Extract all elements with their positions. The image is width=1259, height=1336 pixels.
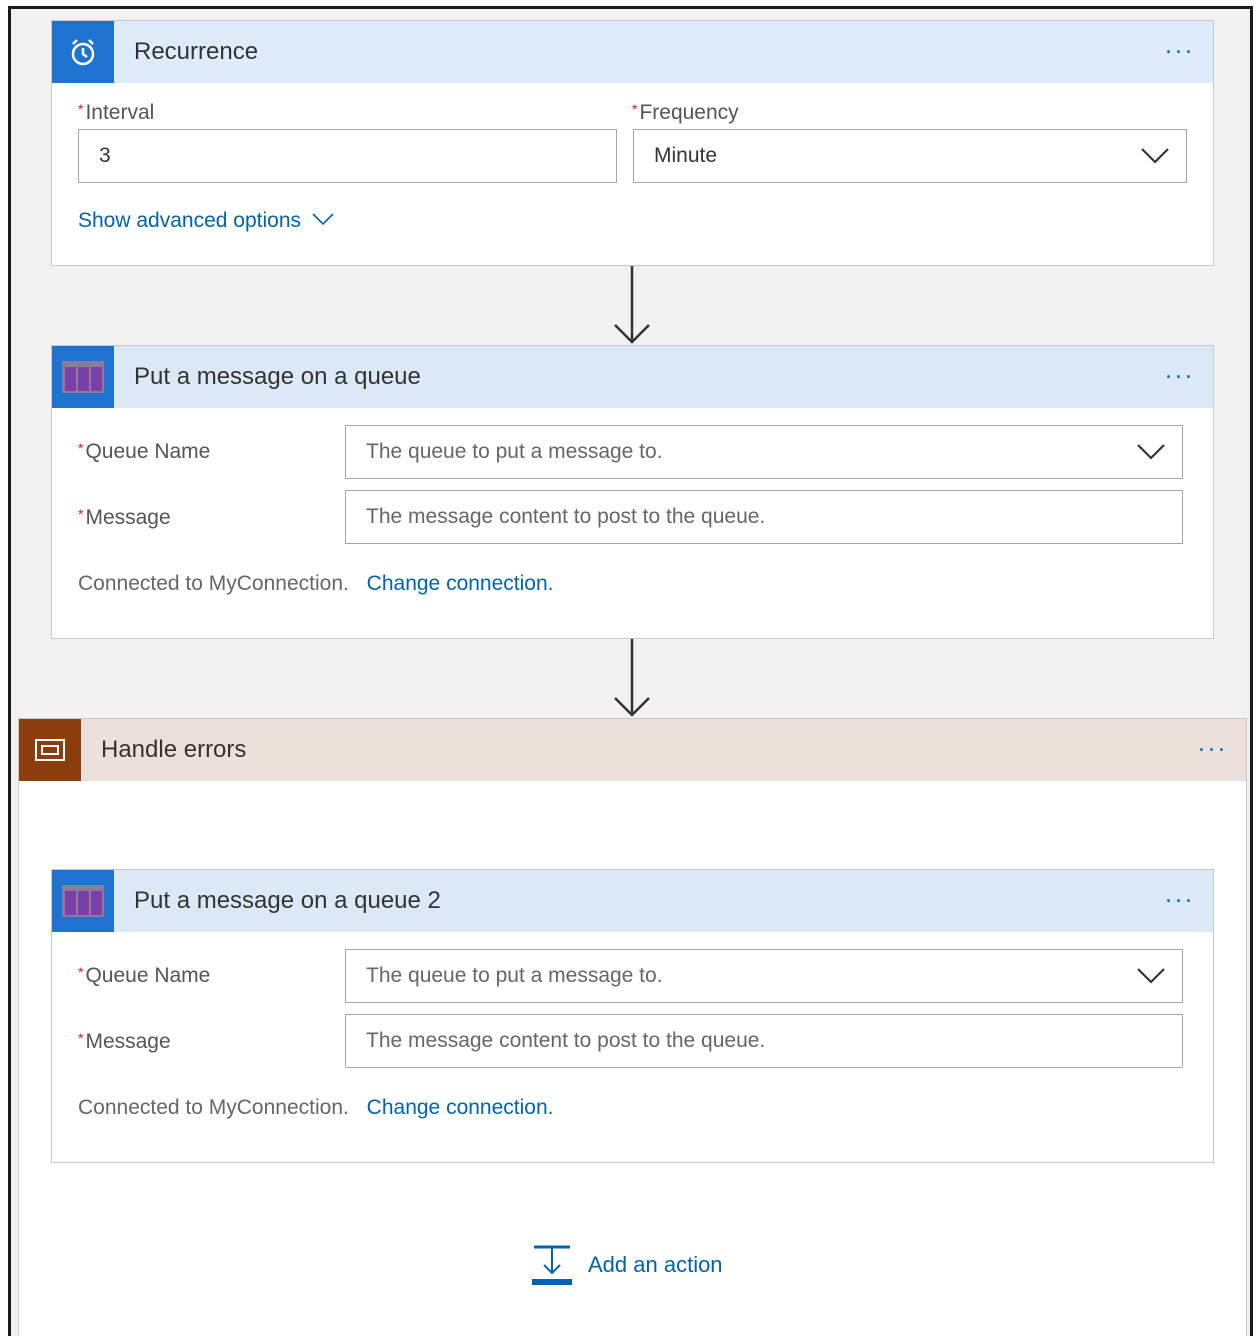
add-action-button[interactable]: Add an action bbox=[530, 1243, 723, 1287]
message-label-2: *Message bbox=[78, 1030, 171, 1053]
connection-info-2: Connected to MyConnection. Change connec… bbox=[78, 1096, 554, 1119]
flow-arrow-icon bbox=[614, 266, 650, 344]
queue-more-icon-2[interactable]: ... bbox=[1165, 885, 1195, 907]
add-action-label: Add an action bbox=[588, 1252, 723, 1277]
queue-name-select-2[interactable]: The queue to put a message to. bbox=[345, 949, 1183, 1003]
queue-card-2: Put a message on a queue 2 ... *Queue Na… bbox=[51, 869, 1214, 1163]
connection-info: Connected to MyConnection. Change connec… bbox=[78, 572, 554, 595]
queue-name-label: *Queue Name bbox=[78, 440, 211, 463]
queue-more-icon[interactable]: ... bbox=[1165, 361, 1195, 383]
queue-header-2[interactable]: Put a message on a queue 2 ... bbox=[52, 870, 1213, 932]
frequency-select[interactable]: Minute bbox=[633, 129, 1187, 183]
chevron-down-icon bbox=[1137, 968, 1165, 984]
scope-more-icon[interactable]: ... bbox=[1198, 734, 1228, 756]
alarm-clock-icon bbox=[52, 21, 114, 83]
interval-label: *Interval bbox=[78, 101, 155, 124]
queue-name-select[interactable]: The queue to put a message to. bbox=[345, 425, 1183, 479]
queue-card: Put a message on a queue ... *Queue Name… bbox=[51, 345, 1214, 639]
flow-arrow-icon bbox=[614, 639, 650, 717]
storage-queue-icon bbox=[52, 870, 114, 932]
queue-name-label-2: *Queue Name bbox=[78, 964, 211, 987]
change-connection-link[interactable]: Change connection. bbox=[367, 572, 554, 595]
show-advanced-options-link[interactable]: Show advanced options bbox=[78, 209, 335, 233]
recurrence-more-icon[interactable]: ... bbox=[1165, 36, 1195, 58]
chevron-down-icon bbox=[312, 213, 334, 226]
interval-input[interactable]: 3 bbox=[78, 129, 617, 183]
scope-icon bbox=[19, 719, 81, 781]
storage-queue-icon bbox=[52, 346, 114, 408]
recurrence-card: Recurrence ... *Interval 3 *Frequency Mi… bbox=[51, 20, 1214, 266]
message-label: *Message bbox=[78, 506, 171, 529]
recurrence-title: Recurrence bbox=[134, 38, 259, 65]
add-action-icon bbox=[532, 1245, 572, 1285]
queue-header[interactable]: Put a message on a queue ... bbox=[52, 346, 1213, 408]
frequency-label: *Frequency bbox=[632, 101, 739, 124]
chevron-down-icon bbox=[1137, 444, 1165, 460]
queue-title: Put a message on a queue bbox=[134, 363, 421, 390]
message-input-2[interactable]: The message content to post to the queue… bbox=[345, 1014, 1183, 1068]
recurrence-header[interactable]: Recurrence ... bbox=[52, 21, 1213, 83]
scope-title: Handle errors bbox=[101, 736, 247, 763]
message-input[interactable]: The message content to post to the queue… bbox=[345, 490, 1183, 544]
change-connection-link-2[interactable]: Change connection. bbox=[367, 1096, 554, 1119]
chevron-down-icon bbox=[1141, 148, 1169, 164]
queue-title-2: Put a message on a queue 2 bbox=[134, 887, 441, 914]
scope-header[interactable]: Handle errors ... bbox=[19, 719, 1246, 781]
